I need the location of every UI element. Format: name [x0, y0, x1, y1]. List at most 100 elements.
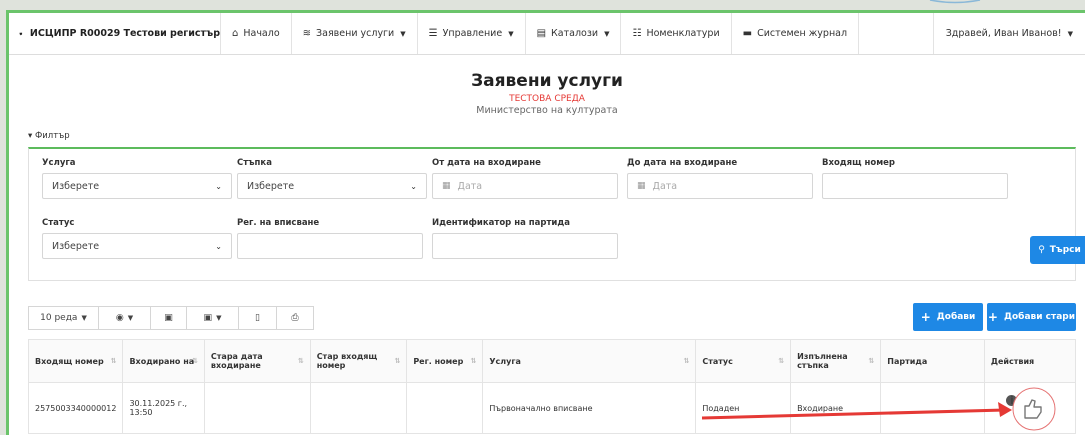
export-csv-button[interactable]: ▯: [238, 306, 276, 330]
brand[interactable]: ИСЦИПР R00029 Тестови регистър: [9, 13, 221, 54]
batch-input[interactable]: [432, 233, 618, 259]
plus-icon: +: [920, 310, 931, 324]
col-label: Рег. номер: [413, 356, 464, 366]
caret-down-icon: ▼: [1067, 29, 1073, 38]
top-navbar: ИСЦИПР R00029 Тестови регистър ⌂ Начало …: [9, 13, 1085, 55]
incoming-number-input[interactable]: [822, 173, 1008, 199]
app-window: ИСЦИПР R00029 Тестови регистър ⌂ Начало …: [6, 10, 1085, 435]
sort-icon: ⇅: [192, 357, 198, 365]
add-old-button-label: Добави стари: [1003, 312, 1076, 322]
service-label: Услуга: [42, 158, 76, 168]
filter-toggle[interactable]: ▾ Филтър: [28, 131, 70, 141]
to-date-input[interactable]: ▦ Дата: [627, 173, 813, 199]
sort-icon: ⇅: [778, 357, 785, 365]
search-icon: ⚲: [1038, 245, 1045, 255]
info-icon[interactable]: i: [1006, 394, 1018, 407]
sort-icon: ⇅: [394, 357, 401, 365]
status-select[interactable]: Изберете ⌄: [42, 233, 232, 259]
row-actions: i ↶ »: [991, 394, 1069, 407]
decorative-stroke: [929, 0, 981, 4]
col-label: Стар входящ номер: [316, 352, 378, 370]
list-icon: ☷: [632, 28, 642, 39]
caret-down-icon: ▼: [127, 314, 134, 322]
col-incoming-number[interactable]: Входящ номер ⇅: [27, 339, 124, 383]
col-reg-number[interactable]: Рег. номер ⇅: [406, 339, 484, 383]
sort-icon: ⇅: [868, 357, 875, 365]
layers-icon: ≋: [302, 28, 312, 39]
home-icon: ⌂: [232, 28, 239, 39]
step-select[interactable]: Изберете ⌄: [237, 173, 427, 199]
column-visibility-button[interactable]: ◉ ▼: [98, 306, 150, 330]
chevron-down-icon: ⌄: [410, 181, 417, 191]
nav-nomenclatures-label: Номенклатури: [646, 28, 720, 39]
col-label: Входирано на: [129, 356, 195, 366]
col-old-number[interactable]: Стар входящ номер ⇅: [309, 339, 408, 383]
nav-requested-services-label: Заявени услуги: [316, 28, 395, 39]
step-label: Стъпка: [237, 158, 272, 168]
cell-reg-number: [406, 382, 484, 434]
col-step[interactable]: Изпълнена стъпка ⇅: [790, 339, 882, 383]
col-label: Статус: [702, 356, 733, 366]
col-label: Изпълнена стъпка: [797, 352, 848, 370]
sort-icon: ⇅: [297, 357, 304, 365]
add-button[interactable]: + Добави: [913, 303, 983, 331]
nav-requested-services[interactable]: ≋ Заявени услуги ▼: [292, 13, 418, 54]
cell-batch: [880, 382, 985, 434]
to-date-placeholder: Дата: [652, 180, 678, 192]
coat-of-arms-logo: [19, 31, 23, 36]
caret-down-icon: ▼: [81, 314, 87, 322]
caret-down-icon: ▼: [400, 29, 406, 38]
app-title: ИСЦИПР R00029 Тестови регистър: [29, 28, 220, 39]
from-date-input[interactable]: ▦ Дата: [432, 173, 618, 199]
reg-input[interactable]: [237, 233, 423, 259]
sort-icon: ⇅: [683, 357, 690, 365]
add-old-button[interactable]: + Добави стари: [987, 303, 1076, 331]
step-select-value: Изберете: [247, 180, 295, 192]
col-old-date[interactable]: Стара дата входиране ⇅: [203, 339, 311, 383]
caret-down-icon: ▼: [508, 29, 514, 38]
plus-icon: +: [987, 310, 998, 324]
ministry-label: Министерство на културата: [476, 105, 618, 116]
page-size-select[interactable]: 10 реда ▼: [28, 306, 98, 330]
user-greeting: Здравей, Иван Иванов!: [945, 28, 1062, 39]
col-label: Входящ номер: [35, 356, 104, 366]
book-icon: ▤: [536, 28, 547, 39]
nav-management[interactable]: ☰ Управление ▼: [418, 13, 526, 54]
history-icon[interactable]: ↶: [1027, 394, 1036, 407]
status-select-value: Изберете: [52, 240, 100, 252]
nav-system-journal[interactable]: ▬ Системен журнал: [732, 13, 860, 54]
col-entered-on[interactable]: Входирано на ⇅: [122, 339, 205, 383]
search-button-label: Търси: [1049, 245, 1081, 255]
page-header: Заявени услуги ТЕСТОВА СРЕДА Министерств…: [9, 71, 1085, 116]
services-table: Входящ номер ⇅ Входирано на ⇅ Стара дата в…: [27, 339, 1077, 434]
nav-nomenclatures[interactable]: ☷ Номенклатури: [621, 13, 732, 54]
calendar-icon: ▦: [637, 181, 646, 191]
col-batch[interactable]: Партида: [880, 339, 985, 383]
export-pdf-button[interactable]: ▣ ▼: [186, 306, 238, 330]
chevron-down-icon: ⌄: [215, 241, 222, 251]
nav-catalogs-label: Каталози: [551, 28, 599, 39]
cell-incoming-number: 2575003340000012: [27, 382, 124, 434]
export-excel-button[interactable]: ▣: [150, 306, 186, 330]
print-button[interactable]: ⎙: [276, 306, 314, 330]
double-chevron-right-icon[interactable]: »: [1047, 394, 1054, 407]
caret-down-icon: ▼: [216, 314, 222, 322]
file-icon: ▯: [255, 313, 260, 323]
col-label: Услуга: [489, 356, 521, 366]
nav-catalogs[interactable]: ▤ Каталози ▼: [526, 13, 622, 54]
nav-system-journal-label: Системен журнал: [757, 28, 848, 39]
search-button[interactable]: ⚲ Търси: [1030, 236, 1085, 264]
cell-entered-on: 30.11.2025 г., 13:50: [122, 382, 205, 434]
user-menu[interactable]: Здравей, Иван Иванов! ▼: [932, 13, 1085, 54]
nav-management-label: Управление: [442, 28, 503, 39]
sort-icon: ⇅: [470, 357, 477, 365]
service-select[interactable]: Изберете ⌄: [42, 173, 232, 199]
col-label: Действия: [990, 356, 1035, 366]
from-date-placeholder: Дата: [457, 180, 483, 192]
page-title: Заявени услуги: [471, 71, 623, 91]
col-service[interactable]: Услуга ⇅: [482, 339, 697, 383]
nav-home[interactable]: ⌂ Начало: [221, 13, 292, 54]
sliders-icon: ☰: [428, 28, 438, 39]
filter-panel: Услуга Изберете ⌄ Стъпка Изберете ⌄ От д…: [28, 147, 1085, 281]
col-status[interactable]: Статус ⇅: [695, 339, 792, 383]
